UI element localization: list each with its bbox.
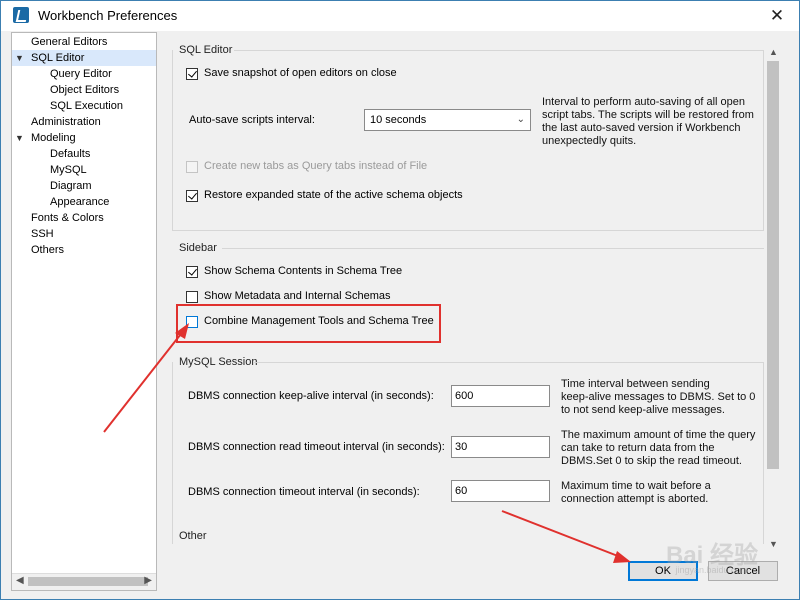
tree-item-modeling[interactable]: ▼ Modeling [12,130,152,146]
scroll-thumb[interactable] [28,577,148,586]
save-snapshot-checkbox[interactable] [186,68,198,80]
preferences-tree[interactable]: General Editors ▼ SQL Editor Query Edito… [11,32,157,591]
save-snapshot-label: Save snapshot of open editors on close [204,67,397,79]
show-schema-checkbox[interactable] [186,266,198,278]
tree-item-mysql[interactable]: MySQL [50,162,87,178]
other-section-title: Other [179,530,207,542]
autosave-interval-value: 10 seconds [370,114,427,126]
expand-arrow-icon[interactable]: ▼ [15,130,24,146]
tree-item-general-editors[interactable]: General Editors [31,34,107,50]
scroll-right-icon[interactable]: ▶ [144,575,152,586]
tree-item-appearance[interactable]: Appearance [50,194,109,210]
tree-item-diagram[interactable]: Diagram [50,178,92,194]
show-schema-label: Show Schema Contents in Schema Tree [204,265,403,277]
scroll-left-icon[interactable]: ◀ [16,575,24,586]
tree-item-others[interactable]: Others [31,242,64,258]
scroll-down-icon[interactable]: ▼ [769,539,778,549]
tree-item-defaults[interactable]: Defaults [50,146,90,162]
tree-item-object-editors[interactable]: Object Editors [50,82,119,98]
autosave-help-text: Interval to perform auto-saving of all o… [542,96,754,148]
help-line: the last auto-saved version if Workbench [542,122,741,134]
scroll-up-icon[interactable]: ▲ [769,47,778,57]
settings-vertical-scrollbar[interactable]: ▲ ▼ [765,44,782,551]
tree-item-sql-editor[interactable]: ▼ SQL Editor [12,50,156,66]
tree-item-administration[interactable]: Administration [31,114,101,130]
mysql-session-group [172,362,764,544]
show-metadata-checkbox[interactable] [186,291,198,303]
close-button[interactable]: ✕ [755,1,799,31]
tree-item-sql-execution[interactable]: SQL Execution [50,98,123,114]
query-tabs-label: Create new tabs as Query tabs instead of… [204,160,428,172]
chevron-down-icon: ⌄ [516,114,525,125]
section-divider [222,248,764,249]
restore-state-label: Restore expanded state of the active sch… [204,189,463,201]
autosave-interval-label: Auto-save scripts interval: [189,114,315,126]
tree-horizontal-scrollbar[interactable]: ◀ ▶ [12,573,156,590]
tree-item-fonts-colors[interactable]: Fonts & Colors [31,210,104,226]
sidebar-section-title: Sidebar [179,242,217,254]
help-line: script tabs. The scripts will be restore… [542,109,754,121]
help-line: unexpectedly quits. [542,135,637,147]
restore-state-checkbox[interactable] [186,190,198,202]
settings-panel: SQL Editor Save snapshot of open editors… [164,32,781,544]
show-metadata-label: Show Metadata and Internal Schemas [204,290,391,302]
tree-item-label: SQL Editor [31,52,85,64]
tree-item-query-editor[interactable]: Query Editor [50,66,112,82]
workbench-logo-icon [13,7,29,23]
annotation-highlight-box [176,304,441,343]
query-tabs-checkbox[interactable] [186,161,198,173]
autosave-interval-select[interactable]: 10 seconds ⌄ [364,109,531,131]
baidu-watermark-url: jingyan.baidu.com [675,565,748,575]
title-bar: Workbench Preferences ✕ [1,1,799,31]
scroll-thumb[interactable] [767,61,779,469]
expand-arrow-icon[interactable]: ▼ [15,50,24,66]
tree-item-ssh[interactable]: SSH [31,226,54,242]
help-line: Interval to perform auto-saving of all o… [542,96,746,108]
preferences-window: Workbench Preferences ✕ General Editors … [0,0,800,600]
window-title: Workbench Preferences [38,8,178,23]
tree-item-label: Modeling [31,132,76,144]
